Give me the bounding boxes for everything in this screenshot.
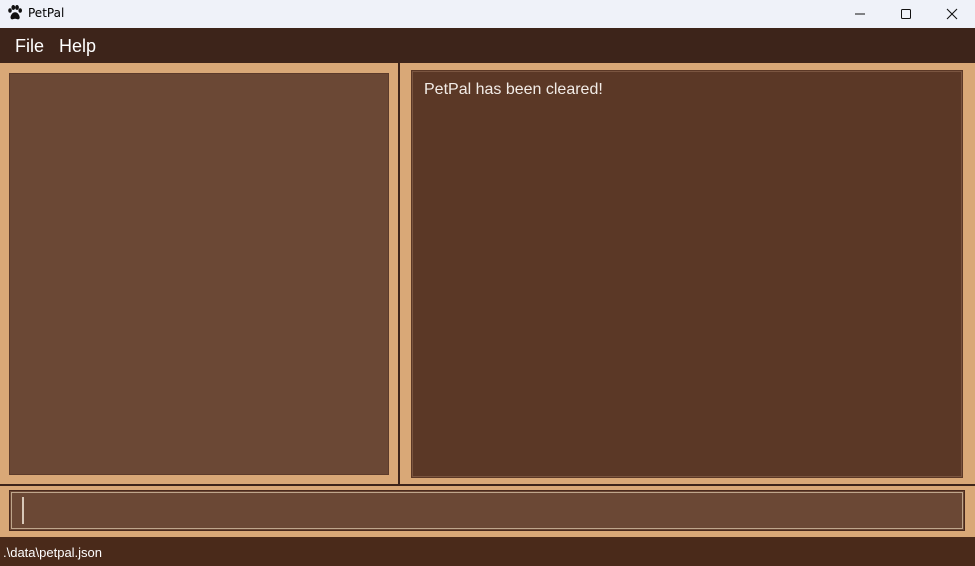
close-button[interactable] [929,0,975,28]
menu-bar: File Help [0,28,975,63]
pet-list-panel[interactable] [9,73,389,475]
minimize-button[interactable] [837,0,883,28]
command-input[interactable] [13,494,959,527]
status-bar: .\data\petpal.json [0,537,975,566]
text-cursor [22,497,24,524]
panel-divider[interactable] [398,63,400,485]
close-icon [946,8,958,20]
app-window: { "window": { "title": "PetPal", "icon":… [0,0,975,566]
menu-file[interactable]: File [15,36,44,56]
result-display: PetPal has been cleared! [410,69,964,479]
paw-icon [8,5,22,20]
title-bar: PetPal [0,0,975,28]
horizontal-divider [0,484,975,486]
result-message: PetPal has been cleared! [424,81,603,98]
maximize-button[interactable] [883,0,929,28]
window-title: PetPal [28,6,65,20]
minimize-icon [855,13,865,15]
menu-help[interactable]: Help [59,36,96,56]
data-file-path: .\data\petpal.json [3,545,103,560]
command-box [9,490,965,531]
maximize-icon [901,9,911,19]
